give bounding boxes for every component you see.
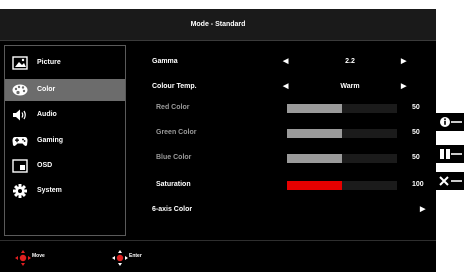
gamepad-icon xyxy=(12,134,28,148)
osd-menu: Mode - Standard Picture Color Audio Gami… xyxy=(0,9,436,272)
saturation-slider-fill xyxy=(287,181,342,190)
sidebar-item-label: OSD xyxy=(37,162,53,169)
sidebar-item-label: Audio xyxy=(37,111,57,118)
green-color-row[interactable]: Green Color 50 xyxy=(152,126,432,140)
sidebar-item-picture[interactable]: Picture xyxy=(5,52,125,74)
colour-temp-label: Colour Temp. xyxy=(152,83,197,90)
gamma-left-arrow-icon[interactable]: ◀ xyxy=(283,55,288,69)
green-color-label: Green Color xyxy=(156,129,197,136)
blue-color-label: Blue Color xyxy=(156,154,192,161)
blue-color-slider[interactable] xyxy=(287,154,397,163)
colour-temp-right-arrow-icon[interactable]: ▶ xyxy=(401,80,406,94)
gear-icon xyxy=(12,184,28,198)
saturation-label: Saturation xyxy=(156,181,191,188)
red-color-row[interactable]: Red Color 50 xyxy=(152,101,432,115)
sidebar-item-system[interactable]: System xyxy=(5,180,125,202)
red-color-value: 50 xyxy=(412,104,420,111)
mode-title: Mode - Standard xyxy=(0,9,436,41)
input-hotkey[interactable] xyxy=(436,145,464,163)
sidebar-item-label: Color xyxy=(37,86,56,93)
enter-joystick-icon xyxy=(112,250,128,266)
sidebar-item-color[interactable]: Color xyxy=(5,79,125,101)
input-switch-icon xyxy=(436,145,464,163)
enter-label: Enter xyxy=(129,253,142,259)
saturation-value: 100 xyxy=(412,181,424,188)
sidebar: Picture Color Audio Gaming OSD System xyxy=(4,45,126,236)
osd-window-icon xyxy=(12,159,28,173)
footer: Move Enter xyxy=(0,240,436,273)
sidebar-item-label: System xyxy=(37,187,62,194)
blue-color-value: 50 xyxy=(412,154,420,161)
move-hint: Move xyxy=(14,249,45,269)
red-color-slider-fill xyxy=(287,104,342,113)
gamma-right-arrow-icon[interactable]: ▶ xyxy=(401,55,406,69)
blue-color-slider-fill xyxy=(287,154,342,163)
enter-hint: Enter xyxy=(111,249,142,269)
sidebar-item-audio[interactable]: Audio xyxy=(5,104,125,126)
gamma-label: Gamma xyxy=(152,58,178,65)
picture-icon xyxy=(12,56,28,70)
six-axis-color-label: 6-axis Color xyxy=(152,206,193,213)
gamma-row[interactable]: Gamma ◀ 2.2 ▶ xyxy=(152,55,432,69)
six-axis-color-row[interactable]: 6-axis Color ▶ xyxy=(152,203,432,217)
info-icon xyxy=(436,113,464,131)
close-hotkey[interactable] xyxy=(436,172,464,190)
info-hotkey[interactable] xyxy=(436,113,464,131)
red-color-slider[interactable] xyxy=(287,104,397,113)
gamma-value: 2.2 xyxy=(345,58,355,65)
move-label: Move xyxy=(32,253,45,259)
colour-temp-row[interactable]: Colour Temp. ◀ Warm ▶ xyxy=(152,80,432,94)
palette-icon xyxy=(12,83,28,97)
green-color-slider-fill xyxy=(287,129,342,138)
blue-color-row[interactable]: Blue Color 50 xyxy=(152,151,432,165)
colour-temp-left-arrow-icon[interactable]: ◀ xyxy=(283,80,288,94)
sidebar-item-label: Picture xyxy=(37,59,61,66)
six-axis-right-arrow-icon[interactable]: ▶ xyxy=(420,203,425,217)
red-color-label: Red Color xyxy=(156,104,190,111)
sidebar-item-gaming[interactable]: Gaming xyxy=(5,130,125,152)
move-joystick-icon xyxy=(15,250,31,266)
green-color-slider[interactable] xyxy=(287,129,397,138)
sidebar-item-label: Gaming xyxy=(37,137,64,144)
colour-temp-value: Warm xyxy=(340,83,360,90)
saturation-row[interactable]: Saturation 100 xyxy=(152,178,432,192)
green-color-value: 50 xyxy=(412,129,420,136)
sidebar-item-osd[interactable]: OSD xyxy=(5,155,125,177)
close-icon xyxy=(436,172,464,190)
speaker-icon xyxy=(12,108,28,122)
saturation-slider[interactable] xyxy=(287,181,397,190)
